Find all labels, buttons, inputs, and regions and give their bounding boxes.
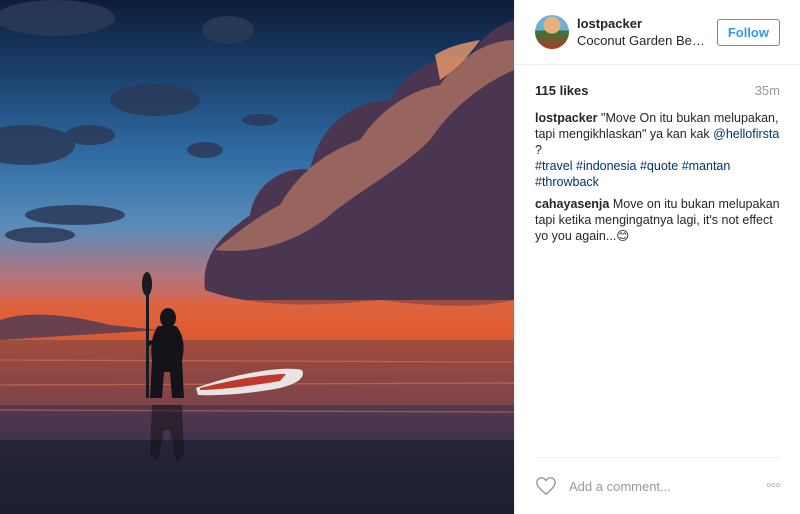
hashtag[interactable]: #mantan [682, 159, 731, 173]
post-meta: 115 likes 35m [515, 65, 800, 98]
post-photo[interactable] [0, 0, 514, 514]
add-comment-input[interactable]: Add a comment... [569, 479, 758, 494]
caption-username[interactable]: lostpacker [535, 111, 598, 125]
instagram-post: lostpacker Coconut Garden Beach Follow 1… [0, 0, 800, 514]
more-options-icon[interactable]: ◦◦◦ [758, 477, 781, 495]
post-header: lostpacker Coconut Garden Beach Follow [515, 0, 800, 65]
hashtag[interactable]: #indonesia [576, 159, 636, 173]
username[interactable]: lostpacker [577, 16, 717, 31]
caption: lostpacker "Move On itu bukan melupakan,… [535, 110, 780, 190]
comment-username[interactable]: cahayasenja [535, 197, 609, 211]
heart-outline-icon[interactable] [535, 476, 557, 496]
hashtag[interactable]: #travel [535, 159, 573, 173]
caption-tags: #travel #indonesia #quote #mantan #throw… [535, 158, 780, 190]
comment: cahayasenja Move on itu bukan melupakan … [535, 196, 780, 244]
likes-count[interactable]: 115 likes [535, 83, 589, 98]
post-sidebar: lostpacker Coconut Garden Beach Follow 1… [514, 0, 800, 514]
sunset-scene [0, 0, 514, 514]
hashtag[interactable]: #quote [640, 159, 678, 173]
post-footer: Add a comment... ◦◦◦ [535, 457, 781, 514]
comments-list: lostpacker "Move On itu bukan melupakan,… [515, 98, 800, 244]
location[interactable]: Coconut Garden Beach [577, 33, 707, 48]
avatar[interactable] [535, 15, 569, 49]
caption-after: ? [535, 143, 542, 157]
caption-mention[interactable]: @hellofirsta [713, 127, 779, 141]
user-info: lostpacker Coconut Garden Beach [577, 16, 717, 48]
follow-button[interactable]: Follow [716, 18, 780, 46]
post-time[interactable]: 35m [755, 83, 780, 98]
hashtag[interactable]: #throwback [535, 175, 599, 189]
